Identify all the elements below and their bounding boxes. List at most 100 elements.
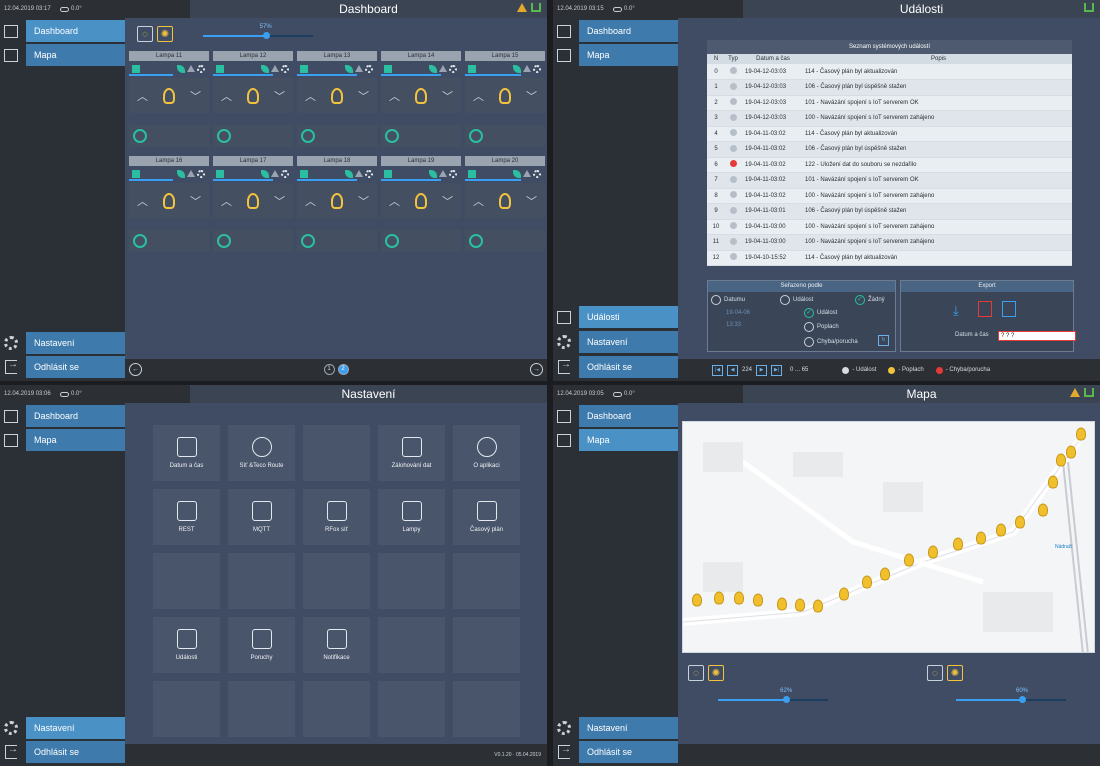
last-page-button[interactable]: ▶| (771, 364, 783, 376)
gear-icon[interactable] (365, 64, 373, 73)
chevron-down-icon[interactable]: ﹀ (274, 193, 285, 209)
group-left-off-button[interactable]: ◌ (688, 665, 704, 681)
table-row[interactable]: 10 19-04-11-03:00 100 - Navázání spojení s… (707, 219, 1072, 235)
eco-icon[interactable] (177, 64, 185, 73)
chevron-up-icon[interactable]: ︿ (473, 193, 484, 209)
group-left-slider[interactable]: 62% (718, 688, 828, 705)
slider-handle[interactable] (1019, 696, 1026, 703)
group-right-off-button[interactable]: ◌ (927, 665, 943, 681)
power-icon[interactable] (217, 234, 231, 248)
settings-tile[interactable]: Datum a čas (153, 425, 220, 481)
lamp-marker-icon[interactable] (996, 523, 1006, 537)
calendar-icon[interactable] (384, 169, 392, 178)
gear-icon[interactable] (281, 169, 289, 178)
sidebar-item-map[interactable]: Mapa (0, 429, 125, 451)
sidebar-item-logout[interactable]: Odhlásit se (0, 741, 125, 763)
sidebar-item-dashboard[interactable]: Dashboard (553, 20, 678, 42)
settings-tile[interactable]: REST (153, 489, 220, 545)
table-row[interactable]: 7 19-04-11-03:02 101 - Navázání spojení s … (707, 172, 1072, 189)
lamp-marker-icon[interactable] (777, 597, 787, 611)
prev-page-button[interactable]: ◀ (727, 364, 738, 376)
table-row[interactable]: 8 19-04-11-03:02 100 - Navázání spojení s … (707, 188, 1072, 204)
sidebar-item-map[interactable]: Mapa (0, 44, 125, 66)
calendar-icon[interactable] (300, 64, 308, 73)
sort-none-radio[interactable]: ✓ Žádný (855, 295, 885, 305)
sidebar-item-map[interactable]: Mapa (553, 44, 678, 66)
table-row[interactable]: 9 19-04-11-03:01 106 - Časový plán byl úsp… (707, 203, 1072, 220)
calendar-icon[interactable] (216, 64, 224, 73)
chevron-up-icon[interactable]: ︿ (137, 193, 148, 209)
lamp-marker-icon[interactable] (880, 567, 890, 581)
warning-icon[interactable] (517, 3, 527, 12)
chevron-up-icon[interactable]: ︿ (305, 193, 316, 209)
calendar-icon[interactable] (300, 169, 308, 178)
chevron-up-icon[interactable]: ︿ (389, 193, 400, 209)
eco-icon[interactable] (513, 169, 521, 178)
sidebar-item-dashboard[interactable]: Dashboard (553, 405, 678, 427)
settings-tile[interactable]: RFox síť (303, 489, 370, 545)
lamp-marker-icon[interactable] (714, 591, 724, 605)
sidebar-item-dashboard[interactable]: Dashboard (0, 20, 125, 42)
table-row[interactable]: 5 19-04-11-03:02 106 - Časový plán byl úsp… (707, 141, 1072, 158)
eco-icon[interactable] (261, 169, 269, 178)
settings-tile[interactable]: Časový plán (453, 489, 520, 545)
lamp-marker-icon[interactable] (1048, 475, 1058, 489)
apply-sort-button[interactable]: ↻ (878, 335, 889, 346)
chevron-up-icon[interactable]: ︿ (221, 88, 232, 104)
chevron-down-icon[interactable]: ﹀ (190, 193, 201, 209)
table-row[interactable]: 11 19-04-11-03:00 100 - Navázání spojení s… (707, 234, 1072, 251)
chevron-up-icon[interactable]: ︿ (221, 193, 232, 209)
settings-tile[interactable]: Události (153, 617, 220, 673)
lamp-marker-icon[interactable] (862, 575, 872, 589)
lamp-marker-icon[interactable] (1038, 503, 1048, 517)
brightness-slider[interactable]: 57% (203, 24, 313, 41)
gear-icon[interactable] (281, 64, 289, 73)
lamp-marker-icon[interactable] (753, 593, 763, 607)
lamp-marker-icon[interactable] (1066, 445, 1076, 459)
chevron-up-icon[interactable]: ︿ (137, 88, 148, 104)
sort-event-radio[interactable]: Událost (780, 295, 813, 305)
calendar-icon[interactable] (468, 64, 476, 73)
settings-tile[interactable]: Zálohování dat (378, 425, 445, 481)
group-left-on-button[interactable]: ✺ (708, 665, 724, 681)
next-page-button[interactable]: ▶ (756, 364, 768, 376)
chevron-down-icon[interactable]: ﹀ (190, 88, 201, 104)
sidebar-item-dashboard[interactable]: Dashboard (0, 405, 125, 427)
chevron-down-icon[interactable]: ﹀ (274, 88, 285, 104)
filter-alarm-checkbox[interactable]: Poplach (804, 322, 839, 332)
table-row[interactable]: 3 19-04-12-03:03 100 - Navázání spojení s … (707, 110, 1072, 127)
eco-icon[interactable] (429, 169, 437, 178)
gear-icon[interactable] (449, 169, 457, 178)
page-dot[interactable]: 2 (337, 364, 349, 375)
lamp-marker-icon[interactable] (953, 537, 963, 551)
lamp-marker-icon[interactable] (976, 531, 986, 545)
table-row[interactable]: 4 19-04-11-03:02 114 - Časový plán byl akt… (707, 126, 1072, 142)
sidebar-item-map[interactable]: Mapa (553, 429, 678, 451)
lamp-marker-icon[interactable] (1056, 453, 1066, 467)
settings-tile[interactable]: O aplikaci (453, 425, 520, 481)
sidebar-item-logout[interactable]: Odhlásit se (553, 741, 678, 763)
settings-tile[interactable]: MQTT (228, 489, 295, 545)
group-right-on-button[interactable]: ✺ (947, 665, 963, 681)
power-icon[interactable] (385, 234, 399, 248)
power-icon[interactable] (469, 234, 483, 248)
eco-icon[interactable] (513, 64, 521, 73)
calendar-icon[interactable] (384, 64, 392, 73)
group-right-slider[interactable]: 60% (956, 688, 1066, 705)
next-page-button[interactable]: → (530, 363, 543, 376)
table-row[interactable]: 2 19-04-12-03:03 101 - Navázání spojení s … (707, 95, 1072, 111)
filter-event-checkbox[interactable]: ✓ Událost (804, 308, 837, 318)
first-page-button[interactable]: |◀ (712, 364, 723, 376)
power-icon[interactable] (133, 234, 147, 248)
power-icon[interactable] (469, 129, 483, 143)
sidebar-item-logout[interactable]: Odhlásit se (0, 356, 125, 378)
chevron-down-icon[interactable]: ﹀ (358, 88, 369, 104)
eco-icon[interactable] (261, 64, 269, 73)
sort-date-radio[interactable]: Datumu (711, 295, 745, 305)
download-icon[interactable]: ⤓ (953, 303, 967, 319)
chevron-up-icon[interactable]: ︿ (473, 88, 484, 104)
export-datetime-input[interactable]: ? ? ? (998, 331, 1076, 341)
export-file-icon[interactable] (978, 301, 992, 317)
slider-handle[interactable] (783, 696, 791, 703)
lamp-marker-icon[interactable] (839, 587, 849, 601)
